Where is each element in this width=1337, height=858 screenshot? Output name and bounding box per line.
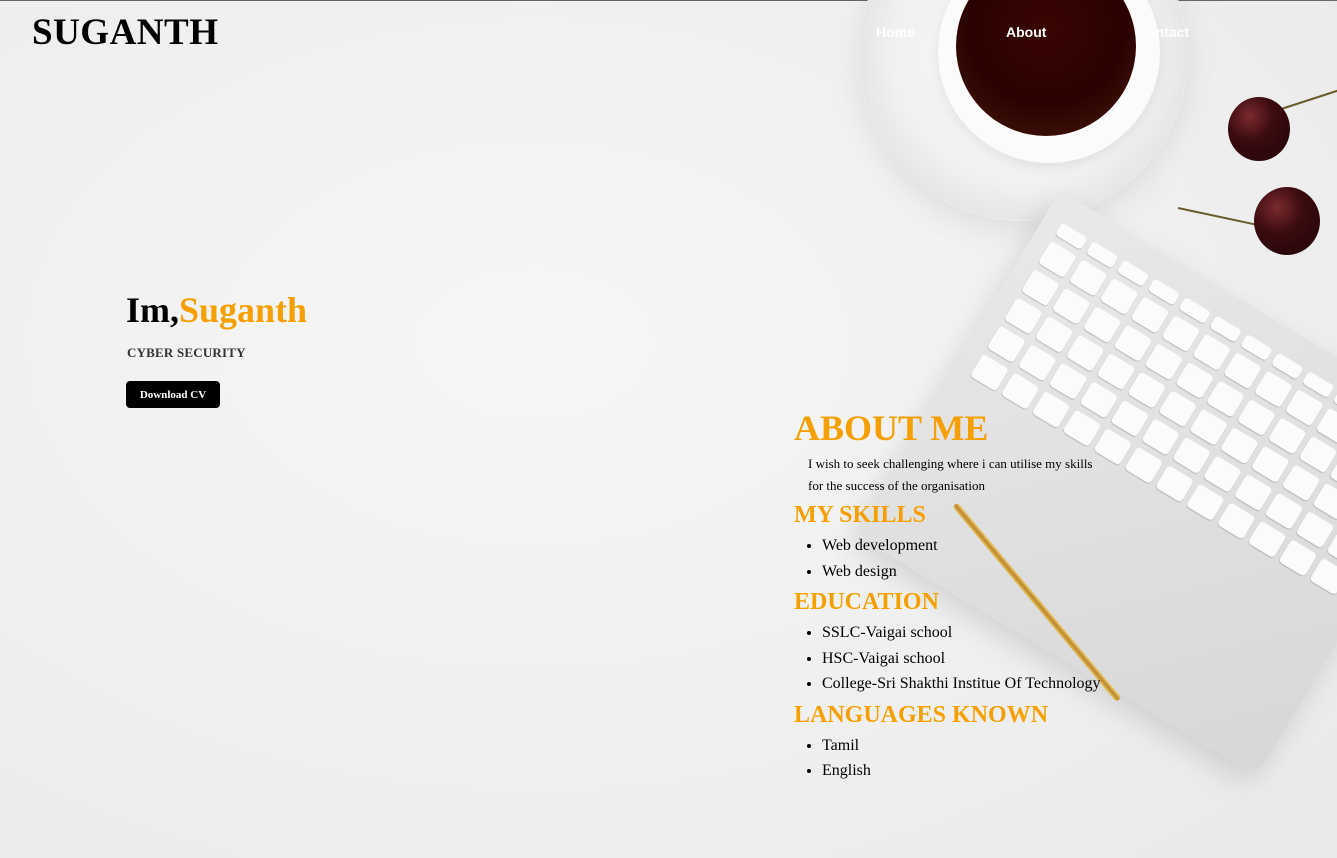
- keyboard-key-icon: [1130, 296, 1170, 334]
- languages-list: Tamil English: [794, 733, 1194, 784]
- keyboard-key-icon: [1253, 370, 1293, 409]
- keyboard-key-icon: [1309, 557, 1337, 596]
- hero-greeting: Im,: [126, 290, 179, 330]
- keyboard-key-icon: [1216, 502, 1256, 540]
- keyboard-key-icon: [1161, 314, 1201, 353]
- education-item: HSC-Vaigai school: [822, 646, 1194, 672]
- keyboard-key-icon: [1192, 333, 1232, 372]
- education-item: College-Sri Shakthi Institue Of Technolo…: [822, 671, 1194, 697]
- keyboard-key-icon: [1278, 539, 1318, 577]
- keyboard-key-icon: [1175, 361, 1215, 400]
- keyboard-key-icon: [1048, 362, 1088, 401]
- keyboard-key-icon: [1233, 473, 1273, 512]
- skills-title: MY SKILLS: [794, 502, 926, 528]
- keyboard-key-icon: [1003, 297, 1043, 335]
- keyboard-key-icon: [1247, 520, 1287, 559]
- download-cv-button[interactable]: Download CV: [126, 381, 220, 408]
- keyboard-key-icon: [1222, 351, 1263, 390]
- about-section: ABOUT ME I wish to seek challenging wher…: [794, 407, 1194, 788]
- keyboard-key-icon: [1205, 380, 1246, 418]
- keyboard-key-icon: [986, 325, 1026, 364]
- education-title: EDUCATION: [794, 589, 939, 615]
- keyboard-key-icon: [1295, 510, 1335, 549]
- keyboard-key-icon: [1099, 277, 1139, 316]
- skill-item: Web development: [822, 533, 1194, 559]
- hero-subtitle: CYBER SECURITY: [127, 345, 246, 360]
- language-item: Tamil: [822, 733, 1194, 759]
- hero-name: Suganth: [179, 290, 308, 330]
- keyboard-key-icon: [1113, 324, 1153, 363]
- keyboard-key-icon: [1267, 417, 1307, 455]
- keyboard-key-icon: [1017, 343, 1057, 382]
- keyboard-key-icon: [1264, 492, 1304, 531]
- keyboard-key-icon: [1051, 287, 1091, 326]
- skills-list: Web development Web design: [794, 533, 1194, 584]
- keyboard-key-icon: [1202, 455, 1242, 493]
- language-item: English: [822, 758, 1194, 784]
- education-item: SSLC-Vaigai school: [822, 620, 1194, 646]
- keyboard-key-icon: [1236, 398, 1276, 437]
- keyboard-key-icon: [1281, 464, 1321, 502]
- keyboard-key-icon: [1000, 372, 1040, 410]
- skill-item: Web design: [822, 559, 1194, 585]
- about-description: I wish to seek challenging where i can u…: [808, 456, 1093, 493]
- cherry-image: [1228, 97, 1290, 161]
- keyboard-key-icon: [1188, 408, 1229, 447]
- keyboard-key-icon: [1065, 334, 1105, 372]
- keyboard-key-icon: [1219, 426, 1259, 465]
- about-title: ABOUT ME: [794, 408, 989, 448]
- keyboard-key-icon: [969, 353, 1009, 392]
- keyboard-key-icon: [1284, 388, 1324, 427]
- keyboard-key-icon: [1127, 371, 1167, 410]
- keyboard-key-icon: [1298, 435, 1337, 474]
- keyboard-key-icon: [1068, 259, 1108, 297]
- languages-title: LANGUAGES KNOWN: [794, 701, 1049, 728]
- hero-heading: Im,Suganth: [126, 289, 307, 331]
- keyboard-key-icon: [1096, 352, 1136, 391]
- keyboard-key-icon: [1082, 305, 1122, 344]
- education-list: SSLC-Vaigai school HSC-Vaigai school Col…: [794, 620, 1194, 697]
- keyboard-key-icon: [1020, 268, 1060, 307]
- nav-about-link[interactable]: About: [1006, 24, 1046, 40]
- keyboard-key-icon: [1034, 315, 1074, 354]
- keyboard-key-icon: [1250, 445, 1290, 484]
- keyboard-key-icon: [1037, 240, 1077, 279]
- nav-home-link[interactable]: Home: [876, 24, 915, 40]
- keyboard-key-icon: [1144, 343, 1184, 381]
- site-logo[interactable]: SUGANTH: [32, 11, 218, 54]
- nav-contact-link[interactable]: Contact: [1137, 24, 1189, 40]
- cherry-image: [1254, 187, 1320, 255]
